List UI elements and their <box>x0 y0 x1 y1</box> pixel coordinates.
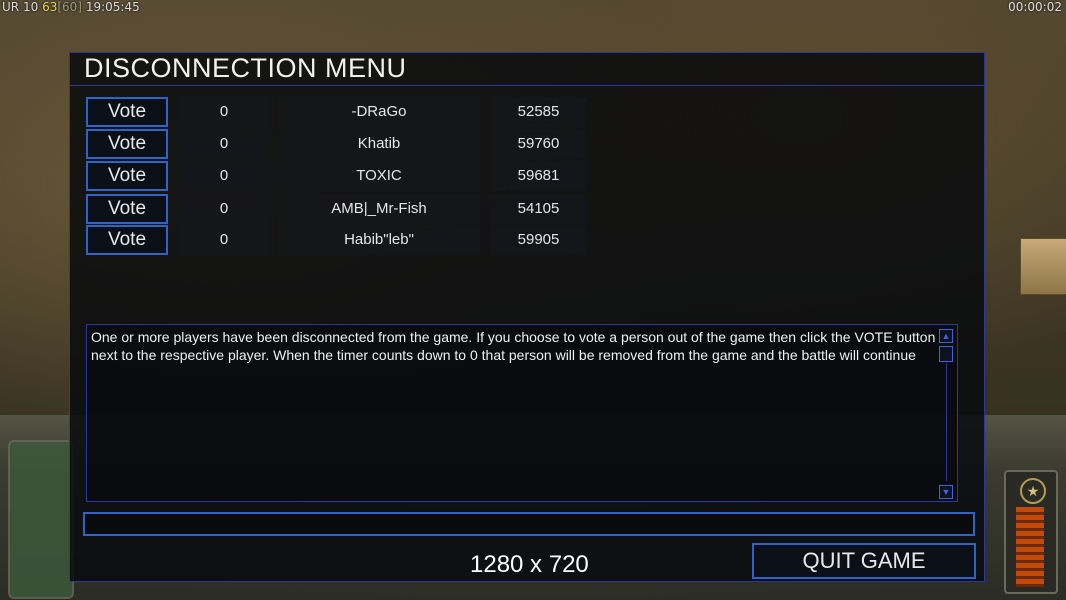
player-id: 54105 <box>490 194 587 224</box>
game-hud-power-meter: ★ <box>1004 470 1058 594</box>
power-meter-bar <box>1016 507 1044 587</box>
message-box: One or more players have been disconnect… <box>86 324 958 502</box>
vote-button[interactable]: Vote <box>86 129 168 159</box>
vote-count: 0 <box>178 194 270 224</box>
status-clock: 19:05:45 <box>85 0 140 14</box>
quit-game-button[interactable]: QUIT GAME <box>752 543 976 579</box>
game-timer: 00:00:02 <box>1008 0 1062 14</box>
player-id: 59681 <box>490 161 587 191</box>
vote-button[interactable]: Vote <box>86 161 168 191</box>
disconnect-message: One or more players have been disconnect… <box>91 329 936 363</box>
vote-count: 0 <box>178 129 270 159</box>
map-building <box>1020 238 1066 295</box>
scroll-down-arrow-icon[interactable]: ▼ <box>939 485 953 499</box>
status-value-a: 10 <box>22 0 39 14</box>
scroll-up-arrow-icon[interactable]: ▲ <box>939 329 953 343</box>
status-prefix: UR <box>2 0 20 14</box>
player-name: Khatib <box>278 129 480 159</box>
player-name: TOXIC <box>278 161 480 191</box>
scroll-track[interactable] <box>946 363 947 481</box>
vote-button[interactable]: Vote <box>86 225 168 255</box>
vote-button[interactable]: Vote <box>86 194 168 224</box>
vote-button[interactable]: Vote <box>86 97 168 127</box>
player-name: Habib"leb" <box>278 225 480 255</box>
status-value-b: 63 <box>42 0 58 14</box>
game-hud-left-panel <box>8 440 74 599</box>
player-id: 59905 <box>490 225 587 255</box>
player-id: 52585 <box>490 97 587 127</box>
vote-count: 0 <box>178 97 270 127</box>
player-id: 59760 <box>490 129 587 159</box>
status-value-c: [60] <box>57 0 82 14</box>
title-divider <box>70 85 984 86</box>
player-name: AMB|_Mr-Fish <box>278 194 480 224</box>
vote-count: 0 <box>178 161 270 191</box>
resolution-overlay: 1280 x 720 <box>470 551 589 578</box>
chat-input[interactable] <box>83 512 975 536</box>
vote-count: 0 <box>178 225 270 255</box>
rank-star-icon: ★ <box>1020 478 1046 504</box>
status-bar-left: UR 10 63[60] 19:05:45 <box>2 0 140 14</box>
disconnection-dialog: DISCONNECTION MENU Vote 0 -DRaGo 52585 V… <box>69 52 985 582</box>
dialog-title: DISCONNECTION MENU <box>84 53 407 83</box>
scroll-thumb[interactable] <box>939 346 953 362</box>
player-name: -DRaGo <box>278 97 480 127</box>
